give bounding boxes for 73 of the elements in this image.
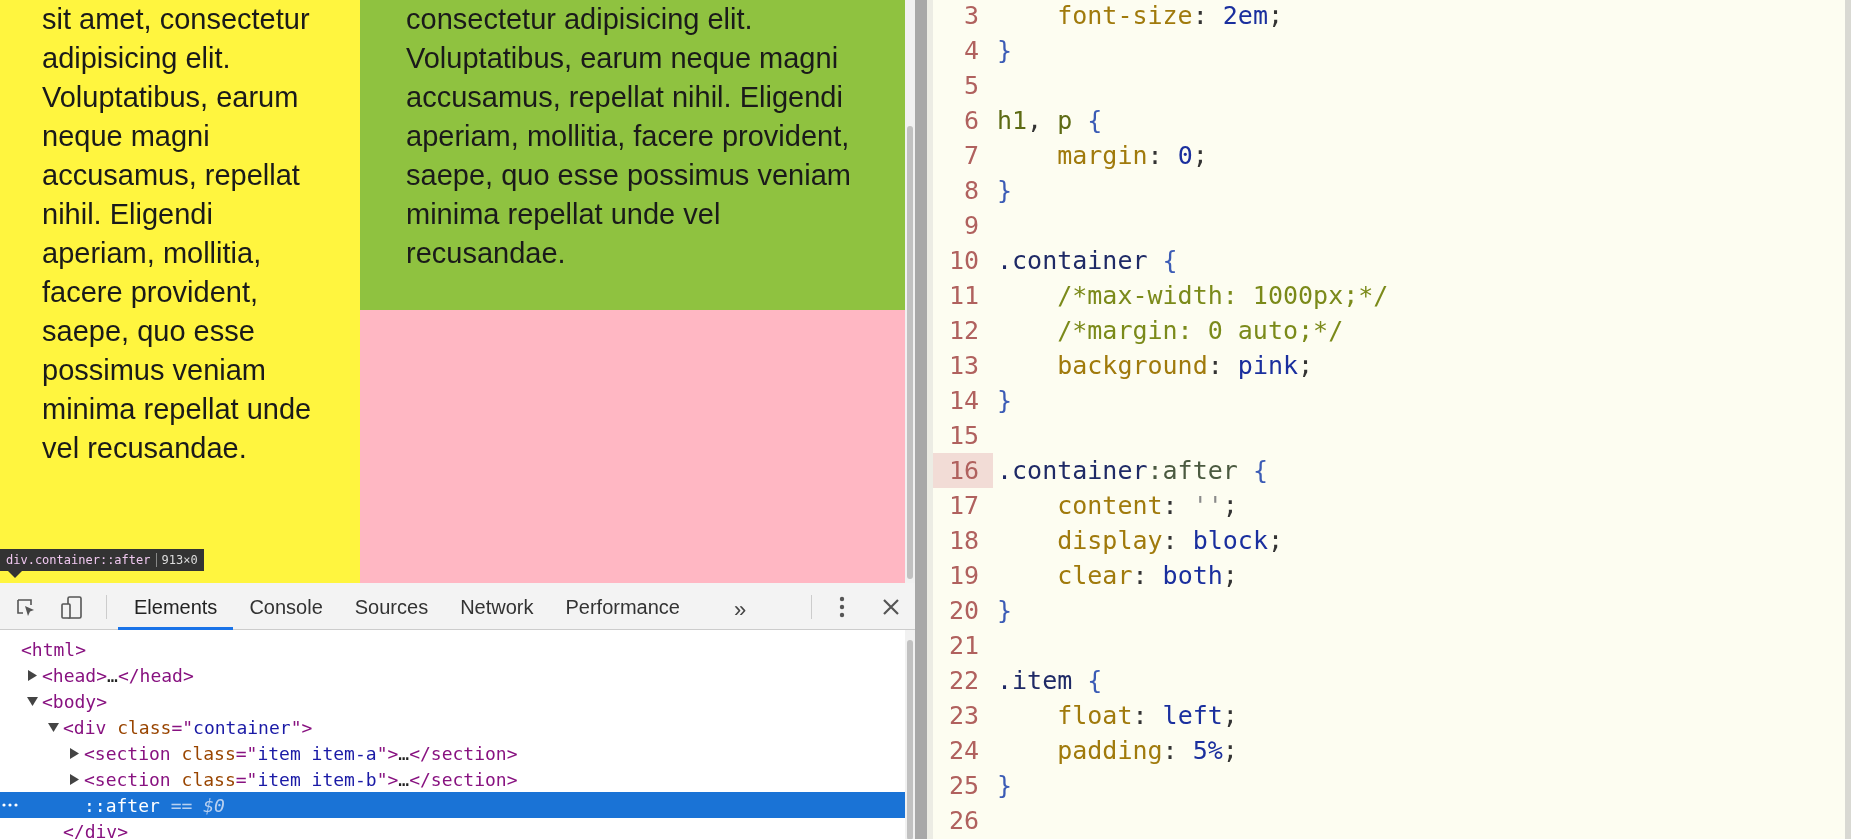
code-line: background: pink; bbox=[1056, 349, 1314, 382]
code-line: /*max-width: 1000px;*/ bbox=[1056, 279, 1389, 312]
code-line: } bbox=[997, 594, 1013, 627]
line-number: 3 bbox=[962, 0, 980, 32]
line-number: 26 bbox=[947, 804, 980, 837]
line-number: 22 bbox=[947, 664, 980, 697]
line-number: 19 bbox=[947, 559, 980, 592]
paragraph: consectetur adipisicing elit. Voluptatibus, earum neque magni accusamus, repellat nihil. Eligendi aperiam, mollitia, facere provident, saepe, quo esse possimus veniam minima repellat unde vel recusandae. bbox=[406, 2, 852, 271]
line-number: 10 bbox=[947, 244, 980, 277]
line-number: 6 bbox=[962, 104, 980, 137]
code-line: h1, p { bbox=[997, 104, 1103, 137]
code-line: } bbox=[997, 769, 1013, 802]
collapsed-triangle-icon[interactable] bbox=[69, 773, 80, 785]
close-icon[interactable] bbox=[882, 598, 900, 616]
tooltip-size: 913×0 bbox=[161, 552, 198, 569]
line-number: 8 bbox=[962, 174, 980, 207]
paragraph: sit amet, consectetur adipisicing elit. Voluptatibus, earum neque magni accusamus, repellat nihil. Eligendi aperiam, mollitia, facere provident, saepe, quo esse possimus veniam minima repellat unde vel recusandae. bbox=[42, 2, 313, 466]
devtools-tab[interactable]: Network bbox=[444, 583, 550, 630]
expanded-triangle-icon[interactable] bbox=[27, 695, 38, 707]
line-number: 18 bbox=[947, 524, 980, 557]
code-line: /*margin: 0 auto;*/ bbox=[1056, 314, 1344, 347]
line-number: 7 bbox=[962, 139, 980, 172]
devtools-tab[interactable]: Console bbox=[233, 583, 339, 630]
code-line: .container:after { bbox=[997, 454, 1268, 487]
code-line: } bbox=[997, 384, 1013, 417]
devtools-tab[interactable]: Performance bbox=[549, 583, 696, 630]
dom-node-text[interactable]: <html> bbox=[21, 635, 87, 663]
dom-node-text[interactable]: <body> bbox=[42, 687, 108, 715]
ellipsis-icon[interactable] bbox=[2, 803, 18, 807]
more-tabs-button[interactable]: » bbox=[734, 593, 747, 626]
line-number: 4 bbox=[962, 34, 980, 67]
line-number: 15 bbox=[947, 419, 980, 452]
code-line: .item { bbox=[997, 664, 1103, 697]
devtools-tab[interactable]: Sources bbox=[338, 583, 445, 630]
more-options-icon[interactable] bbox=[838, 596, 846, 618]
code-line: font-size: 2em; bbox=[1056, 0, 1283, 32]
collapsed-triangle-icon[interactable] bbox=[27, 669, 38, 681]
line-number: 9 bbox=[962, 209, 980, 242]
code-line: padding: 5%; bbox=[1056, 734, 1238, 767]
line-number: 17 bbox=[947, 489, 980, 522]
code-line: display: block; bbox=[1056, 524, 1283, 557]
scrollbar[interactable] bbox=[905, 0, 915, 583]
code-line: float: left; bbox=[1056, 699, 1238, 732]
dom-node-text[interactable]: <head>…</head> bbox=[42, 661, 194, 689]
code-line: } bbox=[997, 34, 1013, 67]
line-number: 14 bbox=[947, 384, 980, 417]
line-number: 20 bbox=[947, 594, 980, 627]
line-number: 11 bbox=[947, 279, 980, 312]
dom-node-text[interactable]: <div class="container"> bbox=[63, 713, 313, 741]
line-number: 13 bbox=[947, 349, 980, 382]
line-number: 21 bbox=[947, 629, 980, 662]
dom-node-text[interactable]: </div> bbox=[63, 817, 129, 839]
scrollbar[interactable] bbox=[905, 630, 915, 839]
selected-node-row[interactable]: ::after == $0 bbox=[0, 792, 905, 818]
collapsed-triangle-icon[interactable] bbox=[69, 747, 80, 759]
code-line: content: ''; bbox=[1056, 489, 1238, 522]
code-line: clear: both; bbox=[1056, 559, 1238, 592]
line-number: 16 bbox=[933, 453, 993, 488]
line-number: 24 bbox=[947, 734, 980, 767]
line-number: 23 bbox=[947, 699, 980, 732]
device-icon[interactable] bbox=[61, 596, 83, 620]
tooltip-selector: div.container::after bbox=[6, 552, 151, 569]
code-line: margin: 0; bbox=[1056, 139, 1208, 172]
expanded-triangle-icon[interactable] bbox=[48, 721, 59, 733]
code-line: } bbox=[997, 174, 1013, 207]
code-line: .container { bbox=[997, 244, 1178, 277]
line-number: 25 bbox=[947, 769, 980, 802]
dom-node-text[interactable]: <section class="item item-a">…</section> bbox=[84, 739, 518, 767]
dom-node-text: ::after == $0 bbox=[84, 793, 225, 818]
line-number: 5 bbox=[962, 69, 980, 102]
dom-node-text[interactable]: <section class="item item-b">…</section> bbox=[84, 765, 518, 793]
line-number: 12 bbox=[947, 314, 980, 347]
devtools-tab[interactable]: Elements bbox=[118, 583, 234, 630]
